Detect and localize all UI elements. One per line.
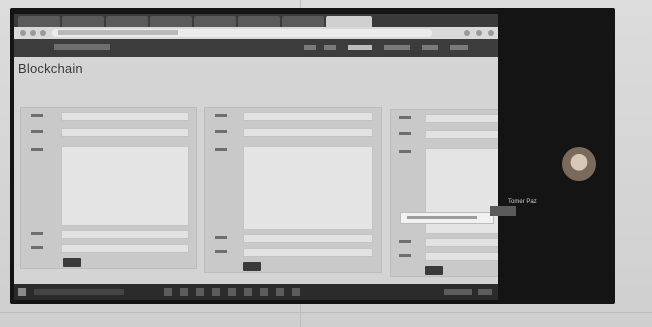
reload-icon[interactable] bbox=[40, 30, 46, 36]
browser-tab[interactable] bbox=[106, 16, 148, 27]
nonce-label bbox=[31, 130, 43, 133]
start-icon[interactable] bbox=[18, 288, 26, 296]
data-textarea[interactable] bbox=[61, 146, 189, 226]
data-label bbox=[399, 150, 411, 153]
taskbar-app-icon[interactable] bbox=[260, 288, 268, 296]
taskbar-app-icon[interactable] bbox=[276, 288, 284, 296]
prev-label bbox=[399, 240, 411, 243]
clock[interactable] bbox=[478, 289, 492, 295]
browser-tab[interactable] bbox=[238, 16, 280, 27]
extension-icon[interactable] bbox=[464, 30, 470, 36]
browser-tab[interactable] bbox=[62, 16, 104, 27]
mine-button[interactable] bbox=[63, 258, 81, 267]
screen-share-text bbox=[407, 216, 477, 219]
block-card bbox=[20, 107, 197, 269]
taskbar-app-icon[interactable] bbox=[180, 288, 188, 296]
block-card bbox=[204, 107, 382, 273]
nonce-label bbox=[215, 130, 227, 133]
mine-button[interactable] bbox=[243, 262, 261, 271]
hash-field[interactable] bbox=[425, 252, 498, 261]
data-label bbox=[215, 148, 227, 151]
block-field[interactable] bbox=[425, 114, 498, 123]
menu-icon[interactable] bbox=[488, 30, 494, 36]
system-tray[interactable] bbox=[444, 289, 472, 295]
stop-sharing-button[interactable] bbox=[490, 206, 516, 216]
presenter-name: Tomer Paz bbox=[508, 199, 537, 205]
nonce-field[interactable] bbox=[61, 128, 189, 137]
browser-tab[interactable] bbox=[194, 16, 236, 27]
paper-fold-horizontal bbox=[0, 312, 652, 313]
screen-share-banner bbox=[400, 212, 494, 224]
taskbar-app-icon[interactable] bbox=[292, 288, 300, 296]
hash-label bbox=[399, 254, 411, 257]
nav-item[interactable] bbox=[450, 45, 468, 50]
block-field[interactable] bbox=[243, 112, 373, 121]
hash-label bbox=[215, 250, 227, 253]
nonce-field[interactable] bbox=[243, 128, 373, 137]
nonce-label bbox=[399, 132, 411, 135]
taskbar bbox=[14, 284, 498, 300]
nav-item[interactable] bbox=[384, 45, 410, 50]
browser-window: Blockchain bbox=[14, 14, 498, 284]
profile-icon[interactable] bbox=[476, 30, 482, 36]
taskbar-app-icon[interactable] bbox=[212, 288, 220, 296]
taskbar-app-icon[interactable] bbox=[164, 288, 172, 296]
url-text bbox=[58, 30, 178, 35]
nav-item[interactable] bbox=[304, 45, 316, 50]
block-card bbox=[390, 109, 498, 277]
nav-item[interactable] bbox=[422, 45, 438, 50]
prev-label bbox=[31, 232, 43, 235]
page-content: Blockchain bbox=[14, 57, 498, 284]
browser-tab-bar bbox=[14, 14, 498, 27]
taskbar-app-icon[interactable] bbox=[228, 288, 236, 296]
browser-tab-active[interactable] bbox=[326, 16, 372, 27]
block-label bbox=[215, 114, 227, 117]
nonce-field[interactable] bbox=[425, 130, 498, 139]
app-navbar bbox=[14, 39, 498, 57]
prev-hash-field[interactable] bbox=[425, 238, 498, 247]
monitor: Blockchain bbox=[10, 8, 615, 304]
taskbar-app-icon[interactable] bbox=[244, 288, 252, 296]
page-title: Blockchain bbox=[18, 61, 83, 76]
data-textarea[interactable] bbox=[243, 146, 373, 230]
back-icon[interactable] bbox=[20, 30, 26, 36]
block-field[interactable] bbox=[61, 112, 189, 121]
forward-icon[interactable] bbox=[30, 30, 36, 36]
browser-tab[interactable] bbox=[282, 16, 324, 27]
nav-item-active[interactable] bbox=[348, 45, 372, 50]
hash-label bbox=[31, 246, 43, 249]
hash-field[interactable] bbox=[243, 248, 373, 257]
block-label bbox=[399, 116, 411, 119]
data-label bbox=[31, 148, 43, 151]
prev-hash-field[interactable] bbox=[61, 230, 189, 239]
nav-item[interactable] bbox=[324, 45, 336, 50]
browser-tab[interactable] bbox=[18, 16, 60, 27]
block-label bbox=[31, 114, 43, 117]
prev-hash-field[interactable] bbox=[243, 234, 373, 243]
taskbar-search[interactable] bbox=[34, 289, 124, 295]
address-bar[interactable] bbox=[14, 27, 498, 39]
mine-button[interactable] bbox=[425, 266, 443, 275]
presenter-avatar bbox=[562, 147, 596, 181]
browser-tab[interactable] bbox=[150, 16, 192, 27]
app-brand[interactable] bbox=[54, 44, 110, 50]
taskbar-app-icon[interactable] bbox=[196, 288, 204, 296]
hash-field[interactable] bbox=[61, 244, 189, 253]
prev-label bbox=[215, 236, 227, 239]
